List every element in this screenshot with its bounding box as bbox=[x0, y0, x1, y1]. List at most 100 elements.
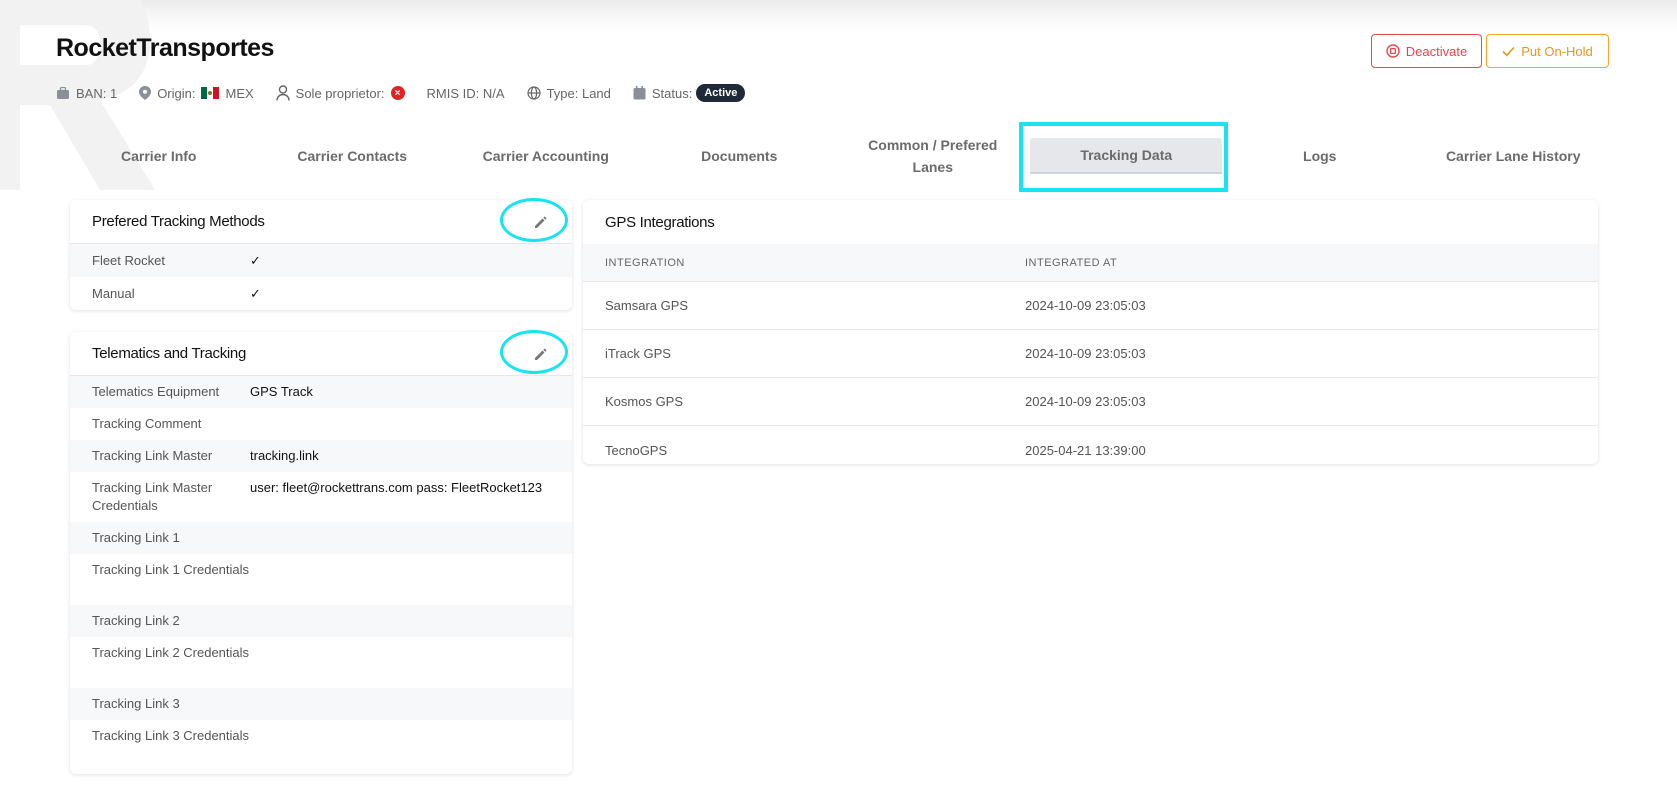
telematics-list: Telematics Equipment GPS Track Tracking … bbox=[70, 376, 572, 771]
list-item: Fleet Rocket ✓ bbox=[70, 244, 572, 277]
table-row: Kosmos GPS 2024-10-09 23:05:03 bbox=[583, 378, 1598, 426]
list-item: Tracking Link 1 Credentials bbox=[70, 554, 572, 605]
telematics-title: Telematics and Tracking bbox=[70, 332, 572, 376]
column-header: INTEGRATION bbox=[605, 256, 685, 269]
method-label: Fleet Rocket bbox=[92, 252, 165, 268]
method-label: Manual bbox=[92, 285, 135, 301]
origin-country: MEX bbox=[225, 85, 254, 101]
globe-icon bbox=[526, 86, 541, 100]
tab-common-prefered-lanes[interactable]: Common / Prefered Lanes bbox=[836, 122, 1030, 190]
edit-highlight-circle bbox=[500, 198, 568, 242]
page-header: RocketTransportes bbox=[56, 34, 274, 63]
tab-documents[interactable]: Documents bbox=[643, 122, 837, 190]
edit-highlight-circle bbox=[500, 330, 568, 374]
deactivate-label: Deactivate bbox=[1405, 43, 1468, 59]
origin-label: Origin: bbox=[157, 85, 196, 101]
status-badge: Active bbox=[696, 84, 746, 102]
ban-text: BAN: 1 bbox=[76, 85, 118, 101]
integration-name: iTrack GPS bbox=[605, 346, 671, 361]
tab-logs[interactable]: Logs bbox=[1223, 122, 1417, 190]
put-on-hold-label: Put On-Hold bbox=[1521, 43, 1593, 59]
check-icon bbox=[1502, 46, 1515, 57]
integration-name: Kosmos GPS bbox=[605, 394, 684, 409]
mexico-flag-icon bbox=[201, 87, 220, 99]
calendar-icon bbox=[633, 86, 646, 100]
integrated-at: 2024-10-09 23:05:03 bbox=[1025, 298, 1146, 313]
stop-circle-icon bbox=[1386, 44, 1400, 58]
list-item: Tracking Link 1 bbox=[70, 522, 572, 554]
integration-name: Samsara GPS bbox=[605, 298, 689, 313]
gps-integrations-card: GPS Integrations INTEGRATION INTEGRATED … bbox=[583, 200, 1598, 464]
list-item: Telematics Equipment GPS Track bbox=[70, 376, 572, 408]
list-item: Tracking Link 2 bbox=[70, 605, 572, 637]
sole-proprietor-meta: Sole proprietor: × bbox=[275, 85, 405, 101]
preferred-tracking-list: Fleet Rocket ✓ Manual ✓ bbox=[70, 244, 572, 310]
origin-meta: Origin: MEX bbox=[139, 85, 254, 101]
list-item: Tracking Link 2 Credentials bbox=[70, 637, 572, 688]
tab-carrier-lane-history[interactable]: Carrier Lane History bbox=[1417, 122, 1611, 190]
location-pin-icon bbox=[139, 86, 152, 100]
type-text: Type: Land bbox=[546, 85, 611, 101]
tab-highlight-box bbox=[1019, 122, 1228, 192]
company-title: RocketTransportes bbox=[56, 34, 274, 62]
method-check: ✓ bbox=[250, 252, 261, 268]
sole-proprietor-label: Sole proprietor: bbox=[295, 85, 385, 101]
field-label: Tracking Link Master Credentials bbox=[92, 480, 213, 513]
field-label: Telematics Equipment bbox=[92, 384, 220, 399]
table-header: INTEGRATION INTEGRATED AT bbox=[583, 244, 1598, 282]
field-label: Tracking Link 1 bbox=[92, 530, 180, 545]
tab-label: Carrier Accounting bbox=[482, 148, 609, 164]
field-label: Tracking Link 3 Credentials bbox=[92, 728, 250, 743]
field-value: GPS Track bbox=[250, 384, 313, 399]
gps-table-body: Samsara GPS 2024-10-09 23:05:03 iTrack G… bbox=[583, 282, 1598, 464]
tab-carrier-info[interactable]: Carrier Info bbox=[62, 122, 256, 190]
field-label: Tracking Link 2 Credentials bbox=[92, 645, 250, 660]
ban-meta: BAN: 1 bbox=[56, 86, 117, 101]
list-item: Tracking Comment bbox=[70, 408, 572, 440]
integrated-at: 2025-04-21 13:39:00 bbox=[1025, 442, 1146, 458]
list-item: Tracking Link Master tracking.link bbox=[70, 440, 572, 472]
field-value: tracking.link bbox=[250, 448, 319, 463]
table-row: iTrack GPS 2024-10-09 23:05:03 bbox=[583, 330, 1598, 378]
field-label: Tracking Link 1 Credentials bbox=[92, 562, 250, 577]
table-row: Samsara GPS 2024-10-09 23:05:03 bbox=[583, 282, 1598, 330]
tab-carrier-contacts[interactable]: Carrier Contacts bbox=[256, 122, 450, 190]
field-label: Tracking Link Master bbox=[92, 448, 213, 463]
rmis-meta: RMIS ID: N/A bbox=[427, 86, 505, 101]
put-on-hold-button[interactable]: Put On-Hold bbox=[1486, 34, 1609, 68]
preferred-tracking-card: Prefered Tracking Methods Fleet Rocket ✓… bbox=[70, 200, 572, 310]
user-icon bbox=[275, 85, 290, 101]
briefcase-icon bbox=[57, 86, 69, 99]
tab-label: Carrier Contacts bbox=[297, 148, 408, 164]
carrier-meta-bar: BAN: 1 Origin: MEX Sole proprietor: × RM… bbox=[56, 84, 767, 102]
list-item: Manual ✓ bbox=[70, 277, 572, 310]
gps-integrations-title: GPS Integrations bbox=[605, 213, 715, 231]
top-shade bbox=[0, 0, 1677, 30]
tab-label: Carrier Info bbox=[121, 148, 197, 164]
list-item: Tracking Link 3 bbox=[70, 688, 572, 720]
list-item: Tracking Link Master Credentials user: f… bbox=[70, 472, 572, 522]
list-item: Tracking Link 3 Credentials bbox=[70, 720, 572, 771]
integrated-at: 2024-10-09 23:05:03 bbox=[1025, 394, 1146, 409]
type-meta: Type: Land bbox=[526, 85, 611, 101]
field-label: Tracking Link 3 bbox=[92, 696, 180, 711]
tab-label: Carrier Lane History bbox=[1445, 148, 1581, 164]
no-status-icon: × bbox=[390, 86, 405, 100]
status-label: Status: bbox=[651, 85, 693, 101]
table-row: TecnoGPS 2025-04-21 13:39:00 bbox=[583, 426, 1598, 464]
tab-label: Documents bbox=[701, 148, 778, 164]
field-label: Tracking Comment bbox=[92, 416, 202, 431]
column-header: INTEGRATED AT bbox=[1025, 256, 1118, 269]
deactivate-button[interactable]: Deactivate bbox=[1371, 34, 1482, 68]
field-value: user: fleet@rockettrans.com pass: FleetR… bbox=[250, 480, 543, 495]
integration-name: TecnoGPS bbox=[605, 442, 668, 458]
tab-label: Logs bbox=[1303, 148, 1337, 164]
preferred-tracking-title: Prefered Tracking Methods bbox=[70, 200, 572, 244]
tab-carrier-accounting[interactable]: Carrier Accounting bbox=[449, 122, 643, 190]
telematics-card: Telematics and Tracking Telematics Equip… bbox=[70, 332, 572, 774]
field-label: Tracking Link 2 bbox=[92, 613, 180, 628]
carrier-tabs: Carrier Info Carrier Contacts Carrier Ac… bbox=[62, 122, 1610, 190]
status-meta: Status: Active bbox=[633, 84, 746, 102]
integrated-at: 2024-10-09 23:05:03 bbox=[1025, 346, 1146, 361]
method-check: ✓ bbox=[250, 285, 261, 301]
